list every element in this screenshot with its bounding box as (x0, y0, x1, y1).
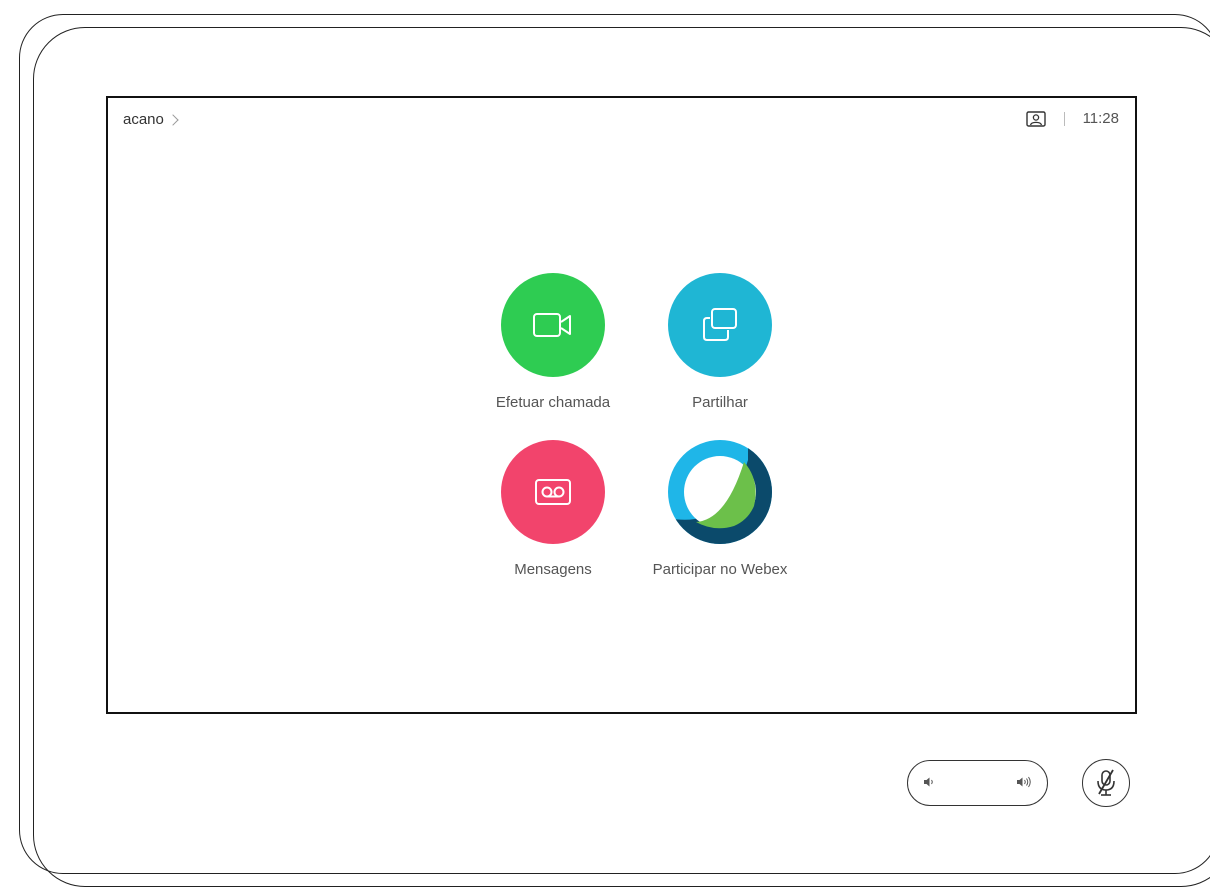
status-divider (1063, 111, 1065, 126)
volume-up-icon[interactable] (1015, 775, 1035, 794)
webex-logo-icon (668, 440, 772, 544)
call-app-label: Efetuar chamada (495, 394, 611, 411)
top-bar: acano 11:28 (108, 98, 1135, 144)
clock: 11:28 (1082, 110, 1119, 127)
webex-app-button[interactable]: Participar no Webex (635, 440, 805, 578)
volume-down-icon[interactable] (922, 775, 936, 794)
status-area: 11:28 (1025, 110, 1119, 127)
voicemail-icon (535, 479, 571, 505)
chevron-right-icon (167, 114, 179, 126)
video-camera-icon (533, 313, 571, 337)
messages-app-button[interactable]: Mensagens (468, 440, 638, 578)
share-screen-icon (703, 308, 737, 341)
volume-control[interactable] (907, 760, 1048, 806)
mute-microphone-button[interactable] (1082, 759, 1130, 807)
webex-app-circle (668, 440, 772, 544)
call-app-circle (501, 273, 605, 377)
system-name-label: acano (123, 111, 164, 128)
share-app-button[interactable]: Partilhar (635, 273, 805, 411)
webex-app-label: Participar no Webex (652, 561, 788, 578)
microphone-muted-icon (1097, 769, 1115, 796)
share-app-circle (668, 273, 772, 377)
share-app-label: Partilhar (692, 394, 748, 411)
selfview-icon[interactable] (1025, 110, 1046, 127)
app-grid: Efetuar chamada Partilhar Mensagens Part… (468, 273, 808, 583)
messages-app-label: Mensagens (514, 561, 592, 578)
call-app-button[interactable]: Efetuar chamada (468, 273, 638, 411)
touch-screen: acano 11:28 Efetuar chamada Partilhar Me… (106, 96, 1137, 714)
system-name-button[interactable]: acano (123, 111, 179, 128)
messages-app-circle (501, 440, 605, 544)
